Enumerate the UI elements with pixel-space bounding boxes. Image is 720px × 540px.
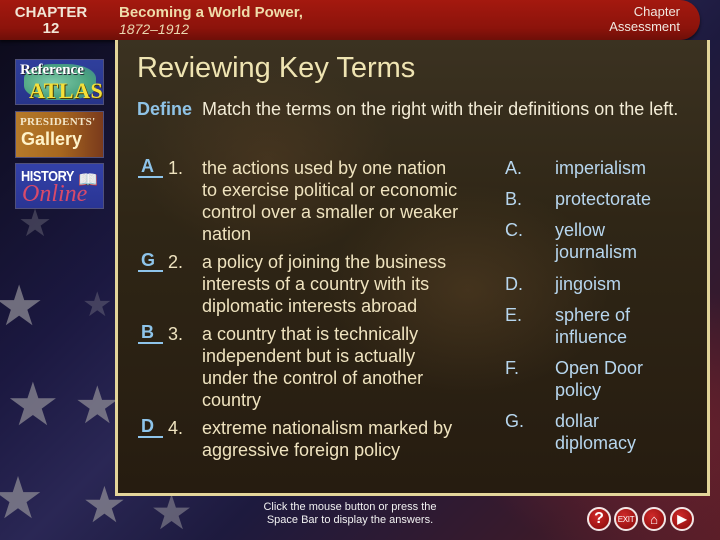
term-text: imperialism — [555, 158, 647, 178]
answer-blank: D — [138, 417, 163, 438]
term-item: G. dollar diplomacy — [505, 410, 637, 454]
instructions: Define Match the terms on the right with… — [137, 98, 697, 120]
term-letter: A. — [505, 158, 523, 178]
answer-blank: G — [138, 251, 163, 272]
question-mark-icon: ? — [594, 510, 604, 527]
atlas-label-line1: Reference — [20, 62, 84, 78]
term-item: A. imperialism — [505, 157, 705, 179]
term-item: C. yellow journalism — [505, 219, 655, 263]
play-arrow-icon: ▶ — [677, 512, 687, 526]
term-text: dollar diplomacy — [555, 411, 637, 453]
chapter-number-label: CHAPTER 12 — [10, 5, 92, 37]
hint-line1: Click the mouse button or press the — [263, 501, 437, 513]
home-button[interactable]: ⌂ — [642, 507, 666, 531]
atlas-label-line2: ATLAS — [29, 78, 104, 103]
instruction-keyword: Define — [137, 99, 193, 119]
flag-star-icon: ★ — [18, 203, 53, 245]
flag-star-icon: ★ — [0, 466, 44, 531]
term-item: F. Open Door policy — [505, 357, 655, 401]
chapter-header-bar: CHAPTER 12 Becoming a World Power, 1872–… — [0, 0, 700, 40]
flag-star-icon: ★ — [82, 286, 113, 324]
instruction-text: Match the terms on the right with their … — [202, 99, 679, 119]
definition-number: 3. — [168, 324, 184, 344]
exit-icon: EXIT — [617, 514, 635, 524]
definition-text: a country that is technically independen… — [202, 324, 424, 410]
hint-line2: Space Bar to display the answers. — [266, 514, 434, 526]
exit-button[interactable]: EXIT — [614, 507, 638, 531]
next-slide-button[interactable]: ▶ — [670, 507, 694, 531]
definition-number: 2. — [168, 252, 184, 272]
term-text: jingoism — [555, 274, 622, 294]
flag-star-icon: ★ — [150, 487, 194, 540]
definition-item: G 2. a policy of joining the business in… — [138, 251, 468, 317]
history-online-button[interactable]: HISTORY 📖 Online — [15, 163, 104, 209]
term-letter: E. — [505, 305, 523, 325]
chapter-label-text: CHAPTER — [14, 4, 88, 21]
chapter-title: Becoming a World Power, 1872–1912 — [119, 4, 303, 38]
term-text: sphere of influence — [555, 305, 631, 347]
flag-star-icon: ★ — [0, 274, 45, 337]
term-letter: B. — [505, 189, 523, 209]
term-text: protectorate — [555, 189, 652, 209]
reference-atlas-button[interactable]: Reference ATLAS — [15, 59, 104, 105]
online-label-line2: Online — [22, 181, 88, 207]
term-item: D. jingoism — [505, 273, 705, 295]
definition-item: D 4. extreme nationalism marked by aggre… — [138, 417, 468, 461]
definition-item: B 3. a country that is technically indep… — [138, 323, 468, 411]
answer-reveal-hint: Click the mouse button or press the Spac… — [250, 501, 450, 527]
chapter-number: 12 — [42, 20, 60, 37]
terms-list: A. imperialism B. protectorate C. yellow… — [505, 157, 705, 454]
term-text: yellow journalism — [555, 220, 638, 262]
assessment-label-line2: Assessment — [609, 19, 680, 34]
home-icon: ⌂ — [650, 511, 658, 527]
help-button[interactable]: ? — [587, 507, 611, 531]
definition-text: extreme nationalism marked by aggressive… — [202, 418, 453, 460]
chapter-assessment-button[interactable]: Chapter Assessment — [609, 4, 680, 34]
definition-number: 1. — [168, 158, 184, 178]
definition-item: A 1. the actions used by one nation to e… — [138, 157, 468, 245]
definition-text: the actions used by one nation to exerci… — [202, 158, 459, 244]
definition-text: a policy of joining the business interes… — [202, 252, 447, 316]
definitions-list: A 1. the actions used by one nation to e… — [138, 157, 468, 467]
assessment-label-line1: Chapter — [633, 4, 680, 19]
term-letter: G. — [505, 411, 525, 431]
flag-star-icon: ★ — [74, 377, 121, 435]
term-text: Open Door policy — [555, 358, 644, 400]
term-item: E. sphere of influence — [505, 304, 645, 348]
presidents-gallery-button[interactable]: PRESIDENTS' Gallery — [15, 111, 104, 158]
definition-number: 4. — [168, 418, 184, 438]
answer-blank: B — [138, 323, 163, 344]
chapter-years: 1872–1912 — [119, 21, 190, 37]
chapter-title-text: Becoming a World Power, — [119, 4, 303, 21]
content-panel: Reviewing Key Terms Define Match the ter… — [115, 40, 710, 496]
gallery-label-line1: PRESIDENTS' — [20, 116, 96, 128]
gallery-label-line2: Gallery — [21, 129, 83, 149]
page-title: Reviewing Key Terms — [137, 52, 416, 84]
term-item: B. protectorate — [505, 188, 705, 210]
term-letter: D. — [505, 274, 523, 294]
term-letter: C. — [505, 220, 523, 240]
flag-star-icon: ★ — [6, 371, 60, 438]
term-letter: F. — [505, 358, 520, 378]
answer-blank: A — [138, 157, 163, 178]
